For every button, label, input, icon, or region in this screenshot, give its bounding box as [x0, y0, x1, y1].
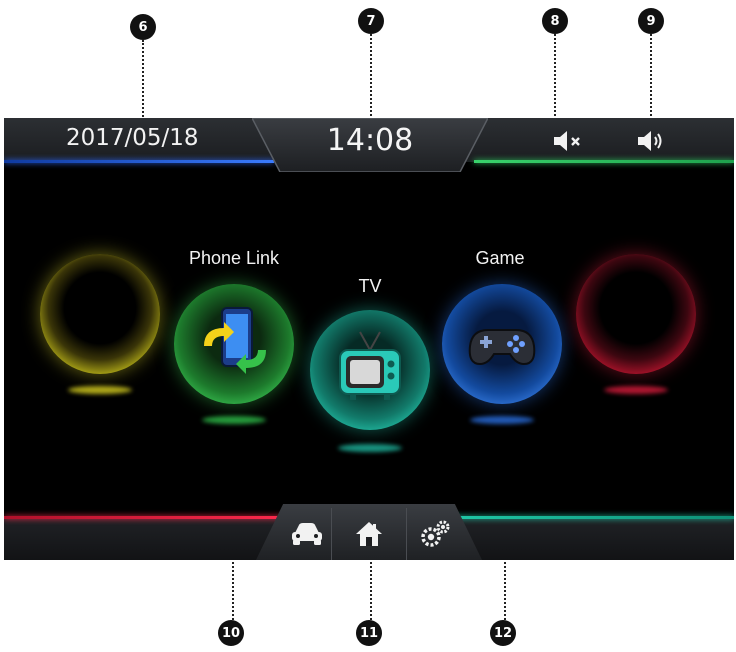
callout-7: 7: [358, 8, 384, 34]
mute-button[interactable]: [548, 126, 588, 156]
app-bubble-game[interactable]: [442, 284, 562, 404]
app-bubble-tv-reflection: [338, 444, 402, 452]
speaker-volume-icon: [638, 131, 662, 151]
dock-settings-button[interactable]: [410, 512, 460, 556]
callout-6-leader: [142, 40, 144, 120]
tv-icon: [339, 331, 401, 400]
settings-gears-icon: [421, 520, 450, 547]
app-label-tv: TV: [358, 276, 382, 296]
callout-6: 6: [130, 14, 156, 40]
app-bubble-yellow[interactable]: [40, 254, 160, 374]
callout-12: 12: [490, 620, 516, 646]
app-bubble-red[interactable]: [576, 254, 696, 374]
app-bubble-red-reflection: [604, 386, 668, 394]
callout-9-leader: [650, 34, 652, 120]
volume-button[interactable]: [632, 126, 672, 156]
callout-8: 8: [542, 8, 568, 34]
dock-separator: [406, 508, 407, 560]
clock-display[interactable]: 14:08: [252, 123, 488, 158]
car-icon: [292, 523, 322, 545]
app-bubble-phone-link[interactable]: [174, 284, 294, 404]
status-bar-accent-blue: [4, 160, 274, 163]
callout-10: 10: [218, 620, 244, 646]
app-label-phone-link: Phone Link: [188, 248, 280, 268]
phone-link-icon: [204, 307, 266, 374]
bottom-bar-accent-red: [4, 516, 294, 519]
app-label-game: Game: [475, 248, 525, 268]
bottom-bar-accent-teal: [444, 516, 734, 519]
app-bubble-tv[interactable]: [310, 310, 430, 430]
callout-9: 9: [638, 8, 664, 34]
date-display: 2017/05/18: [66, 125, 199, 151]
app-bubble-yellow-reflection: [68, 386, 132, 394]
app-bubble-game-reflection: [470, 416, 534, 424]
head-unit-screen: 2017/05/18 14:08 Phone Link TV Game: [4, 118, 734, 560]
callout-11: 11: [356, 620, 382, 646]
app-bubble-phone-link-reflection: [202, 416, 266, 424]
callout-7-leader: [370, 34, 372, 120]
home-icon: [356, 522, 382, 546]
dock-car-button[interactable]: [282, 512, 332, 556]
dock-home-button[interactable]: [344, 512, 394, 556]
gamepad-icon: [468, 329, 536, 366]
status-bar-accent-green: [474, 160, 734, 163]
speaker-mute-icon: [554, 131, 580, 151]
callout-8-leader: [554, 34, 556, 120]
